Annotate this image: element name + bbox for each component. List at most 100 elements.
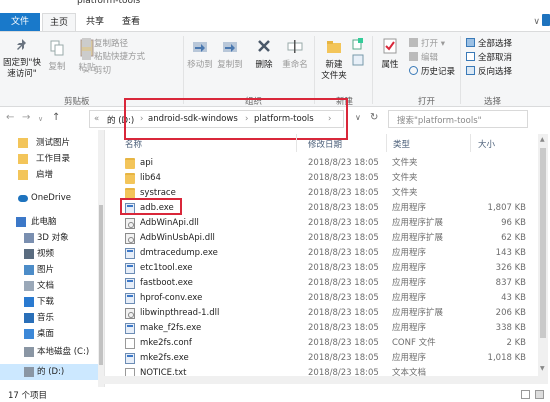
file-type: 文件夹 — [392, 188, 418, 198]
file-row[interactable]: mke2fs.conf 2018/8/23 18:05 CONF 文件 2 KB — [120, 335, 530, 351]
copy-button[interactable]: 复制 — [44, 40, 70, 73]
file-name: dmtracedump.exe — [140, 248, 218, 258]
tab-file[interactable]: 文件 — [0, 13, 40, 31]
video-icon — [24, 249, 34, 259]
file-type: 文件夹 — [392, 173, 418, 183]
nav-item-5[interactable]: 3D 对象 — [0, 230, 104, 246]
overflow-crumb[interactable]: « — [94, 114, 99, 124]
group-clipboard: 剪贴板 — [64, 97, 90, 107]
move-folder-icon — [193, 42, 207, 52]
forward-arrow-icon[interactable]: → — [22, 112, 30, 123]
paste-shortcut-button[interactable]: 粘贴快捷方式 — [82, 51, 145, 63]
tiles-view-icon[interactable] — [535, 390, 544, 399]
file-row[interactable]: etc1tool.exe 2018/8/23 18:05 应用程序 326 KB — [120, 260, 530, 276]
nav-item-8[interactable]: 文档 — [0, 278, 104, 294]
item-count: 17 个项目 — [8, 391, 48, 401]
file-type: 应用程序扩展 — [392, 233, 444, 243]
pin-quick-access-button[interactable]: 固定到"快 速访问" — [2, 38, 42, 80]
column-separator[interactable] — [296, 134, 297, 152]
easy-access-icon[interactable] — [352, 54, 364, 66]
folder-icon — [18, 154, 28, 164]
nav-item-11[interactable]: 桌面 — [0, 326, 104, 342]
nav-item-10[interactable]: 音乐 — [0, 310, 104, 326]
chevron-down-icon[interactable]: ∨ — [533, 17, 540, 27]
column-size[interactable]: 大小 — [478, 138, 495, 150]
history-button[interactable]: 历史记录 — [409, 66, 455, 78]
new-item-icon[interactable] — [352, 38, 364, 50]
file-name: AdbWinApi.dll — [140, 218, 199, 228]
file-row[interactable]: libwinpthread-1.dll 2018/8/23 18:05 应用程序扩展… — [120, 305, 530, 321]
nav-item-4[interactable]: 此电脑 — [0, 214, 104, 230]
copy-to-button[interactable]: 复制到 — [216, 38, 244, 71]
rename-button[interactable]: 重命名 — [280, 38, 310, 71]
file-name: etc1tool.exe — [140, 263, 193, 273]
dll-file-icon — [125, 308, 135, 319]
select-all-button[interactable]: 全部选择 — [466, 38, 512, 50]
invert-selection-button[interactable]: 反向选择 — [466, 66, 512, 78]
move-to-button[interactable]: 移动到 — [186, 38, 214, 71]
recent-chevron-icon[interactable]: ∨ — [38, 115, 43, 123]
details-view-icon[interactable] — [521, 390, 530, 399]
tab-home[interactable]: 主页 — [42, 13, 76, 31]
up-arrow-icon[interactable]: ↑ — [52, 112, 60, 123]
nav-item-label: 音乐 — [37, 313, 55, 323]
copy-path-button[interactable]: 复制路径 — [82, 38, 128, 50]
cut-button[interactable]: ✂ 剪切 — [82, 65, 111, 77]
drive-icon — [24, 347, 34, 357]
file-list-scroll-thumb[interactable] — [540, 148, 546, 338]
nav-divider — [104, 130, 105, 387]
copy-to-label: 复制到 — [217, 60, 243, 70]
search-input[interactable]: 搜索"platform-tools" — [388, 110, 528, 128]
file-size: 1,807 KB — [487, 203, 526, 213]
file-row[interactable]: lib64 2018/8/23 18:05 文件夹 — [120, 170, 530, 186]
file-row[interactable]: make_f2fs.exe 2018/8/23 18:05 应用程序 338 KB — [120, 320, 530, 336]
ribbon-separator — [460, 36, 461, 104]
nav-item-12[interactable]: 本地磁盘 (C:) — [0, 344, 104, 360]
file-name: hprof-conv.exe — [140, 293, 203, 303]
file-date: 2018/8/23 18:05 — [308, 338, 379, 348]
file-row[interactable]: dmtracedump.exe 2018/8/23 18:05 应用程序 143 KB — [120, 245, 530, 261]
nav-item-6[interactable]: 视频 — [0, 246, 104, 262]
tab-share[interactable]: 共享 — [80, 13, 110, 31]
folder-file-icon — [125, 158, 135, 169]
file-row[interactable]: AdbWinApi.dll 2018/8/23 18:05 应用程序扩展 96 KB — [120, 215, 530, 231]
file-row[interactable]: api 2018/8/23 18:05 文件夹 — [120, 155, 530, 171]
nav-item-9[interactable]: 下载 — [0, 294, 104, 310]
nav-item-1[interactable]: 工作目录 — [0, 151, 104, 167]
file-row[interactable]: AdbWinUsbApi.dll 2018/8/23 18:05 应用程序扩展 62 … — [120, 230, 530, 246]
properties-button[interactable]: 属性 — [376, 38, 404, 71]
back-arrow-icon[interactable]: ← — [6, 112, 14, 123]
scroll-up-icon[interactable]: ▲ — [540, 136, 545, 143]
scroll-down-icon[interactable]: ▼ — [540, 365, 545, 372]
horizontal-scrollbar[interactable] — [104, 376, 538, 384]
column-name[interactable]: 名称 — [125, 138, 142, 150]
edit-button[interactable]: 编辑 — [409, 52, 438, 64]
column-separator[interactable] — [470, 134, 471, 152]
nav-scroll-thumb[interactable] — [99, 205, 103, 365]
new-folder-button[interactable]: 新建 文件夹 — [318, 38, 350, 82]
select-all-label: 全部选择 — [478, 39, 513, 49]
file-type: 应用程序 — [392, 203, 427, 213]
delete-button[interactable]: 删除 — [250, 38, 278, 71]
nav-item-13[interactable]: 的 (D:) — [0, 364, 104, 380]
address-dropdown-icon[interactable]: ∨ — [355, 113, 361, 122]
search-placeholder: 搜索"platform-tools" — [397, 116, 482, 126]
nav-item-0[interactable]: 测试图片 — [0, 135, 104, 151]
column-separator[interactable] — [386, 134, 387, 152]
column-date[interactable]: 修改日期 — [308, 138, 342, 150]
nav-item-7[interactable]: 图片 — [0, 262, 104, 278]
nav-item-3[interactable]: OneDrive — [0, 190, 104, 206]
help-icon[interactable] — [542, 14, 550, 26]
file-type: 应用程序 — [392, 323, 427, 333]
tab-view[interactable]: 查看 — [116, 13, 146, 31]
nav-item-2[interactable]: 启增 — [0, 167, 104, 183]
open-button[interactable]: 打开 ▾ — [409, 38, 445, 50]
scissors-icon: ✂ — [83, 67, 90, 76]
file-row[interactable]: hprof-conv.exe 2018/8/23 18:05 应用程序 43 KB — [120, 290, 530, 306]
select-none-button[interactable]: 全部取消 — [466, 52, 512, 64]
file-row[interactable]: fastboot.exe 2018/8/23 18:05 应用程序 837 KB — [120, 275, 530, 291]
file-row[interactable]: mke2fs.exe 2018/8/23 18:05 应用程序 1,018 KB — [120, 350, 530, 366]
refresh-icon[interactable]: ↻ — [370, 112, 378, 123]
column-type[interactable]: 类型 — [393, 138, 410, 150]
nav-item-label: OneDrive — [31, 193, 71, 203]
